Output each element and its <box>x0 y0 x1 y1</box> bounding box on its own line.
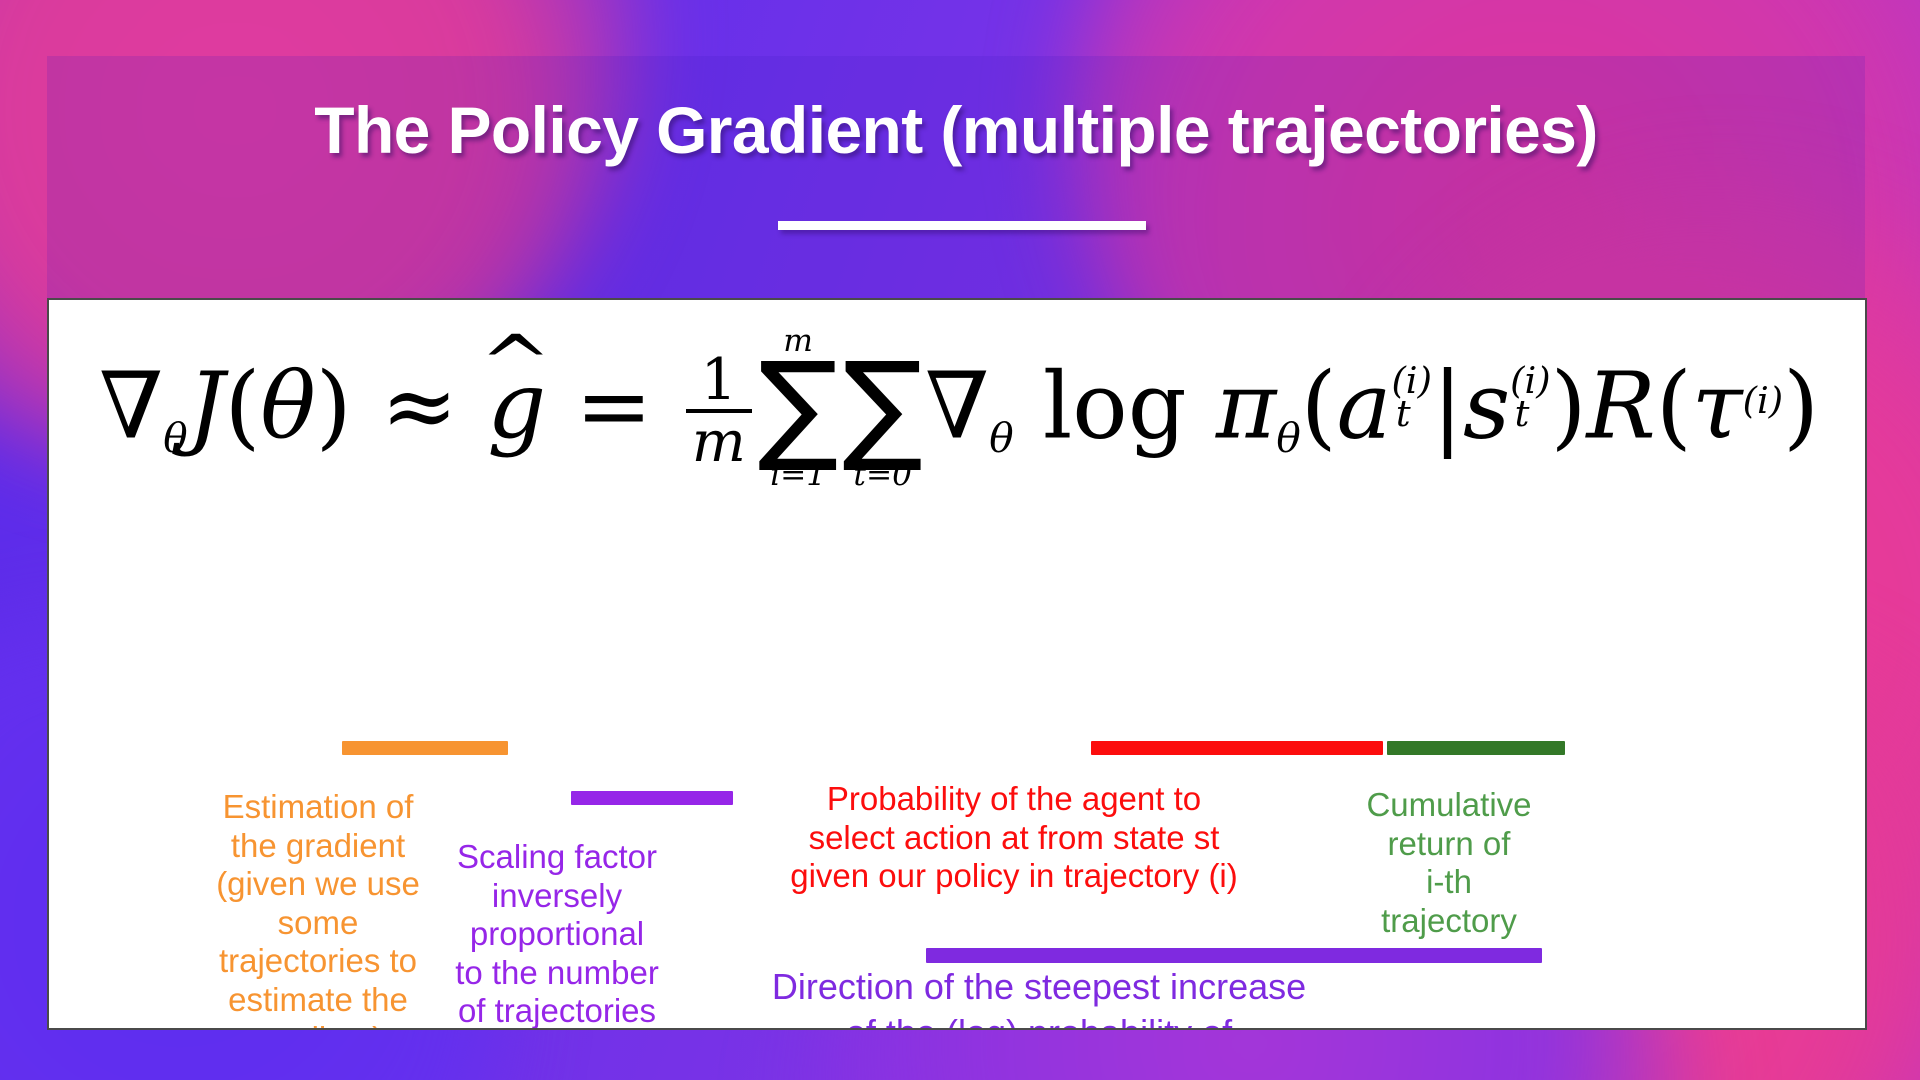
formula-approx: ≈ <box>351 352 488 460</box>
formula-fraction-numerator: 1 <box>700 347 737 414</box>
annotation-probability-of-action: Probability of the agent to select actio… <box>790 780 1238 895</box>
formula-log: log <box>1013 352 1216 460</box>
formula-action-a: a <box>1336 352 1392 460</box>
formula-nabla-2: ∇ <box>925 352 990 460</box>
purple-marker-scaling <box>571 791 733 805</box>
formula-action-indices: (i) t <box>1391 362 1431 434</box>
formula-state-indices: (i) t <box>1510 362 1550 434</box>
title-underline-rule <box>778 221 1146 230</box>
formula-paren-close-2: ) <box>1550 352 1587 460</box>
formula-tau-superscript: (i) <box>1742 379 1784 422</box>
policy-gradient-formula: ∇θJ(θ) ≈ g = 1mm∑i=1 ∑t=0∇θ log πθ(a(i)t… <box>49 325 1865 497</box>
formula-J: J <box>187 352 225 460</box>
formula-fraction-one-over-m: 1m <box>685 347 752 472</box>
formula-paren-close-3: ) <box>1783 352 1820 460</box>
formula-state-s: s <box>1462 352 1511 460</box>
formula-sigma-1: ∑ <box>757 337 839 477</box>
page-title: The Policy Gradient (multiple trajectori… <box>314 93 1598 167</box>
formula-theta-sub-2: θ <box>989 413 1014 462</box>
formula-conditional-bar: | <box>1431 352 1463 460</box>
green-marker <box>1387 741 1565 755</box>
purple-marker-direction <box>926 948 1542 963</box>
formula-sum2-lower-limit: t=0 <box>853 457 913 494</box>
formula-return-R: R <box>1586 352 1656 460</box>
formula-paren-close-1: ) <box>315 352 352 460</box>
orange-marker <box>342 741 508 755</box>
formula-pi: π <box>1215 352 1277 460</box>
formula-tau: τ <box>1691 352 1743 460</box>
formula-paren-open-2: ( <box>1300 352 1337 460</box>
formula-theta-sub-1: θ <box>163 413 188 462</box>
formula-sum-over-trajectories: m ∑ i=1 <box>757 325 839 493</box>
formula-theta-arg: θ <box>260 352 316 460</box>
formula-theta-sub-3: θ <box>1276 413 1301 462</box>
formula-g-hat: g <box>487 360 546 452</box>
formula-fraction-denominator: m <box>685 409 752 472</box>
annotation-direction-of-steepest-increase: Direction of the steepest increase of th… <box>771 966 1307 1028</box>
formula-sum-over-timesteps: ∑ t=0 <box>842 326 923 493</box>
annotation-scaling-factor: Scaling factor inversely proportional to… <box>455 838 659 1030</box>
red-marker <box>1091 741 1383 755</box>
formula-equals: = <box>546 352 682 460</box>
formula-nabla-1: ∇ <box>98 352 164 460</box>
slide-canvas: The Policy Gradient (multiple trajectori… <box>0 0 1920 1080</box>
formula-sigma-2: ∑ <box>842 337 924 477</box>
annotation-estimation-of-gradient: Estimation of the gradient (given we use… <box>216 788 420 1028</box>
formula-paren-open-3: ( <box>1655 352 1692 460</box>
annotation-cumulative-return: Cumulative return of i-th trajectory <box>1366 786 1532 939</box>
formula-paren-open-1: ( <box>224 352 261 460</box>
content-panel: ∇θJ(θ) ≈ g = 1mm∑i=1 ∑t=0∇θ log πθ(a(i)t… <box>47 298 1867 1030</box>
